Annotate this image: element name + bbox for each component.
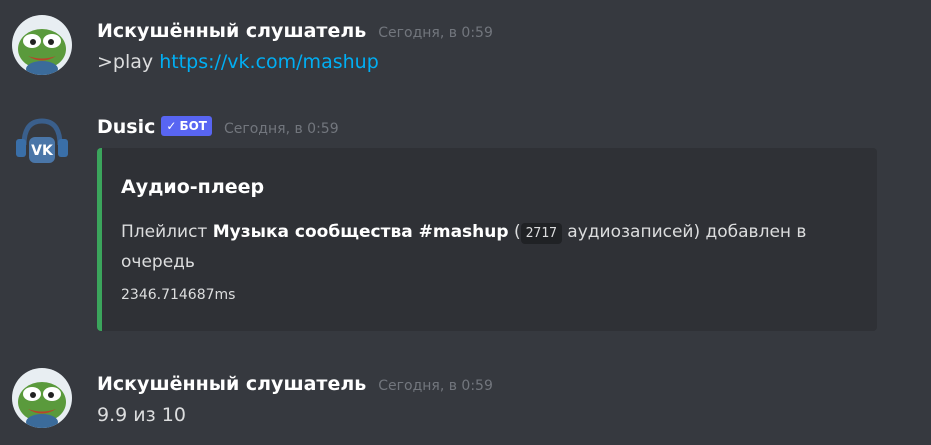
message-content: 9.9 из 10 [97,404,186,426]
message-3: Искушённый слушатель Сегодня, в 0:59 9.9… [0,0,931,445]
message-header: Искушённый слушатель Сегодня, в 0:59 [97,373,493,395]
author-name[interactable]: Искушённый слушатель [97,373,366,395]
pepe-frog-avatar-icon [12,368,72,428]
user-avatar[interactable] [12,368,72,428]
timestamp[interactable]: Сегодня, в 0:59 [378,378,493,394]
